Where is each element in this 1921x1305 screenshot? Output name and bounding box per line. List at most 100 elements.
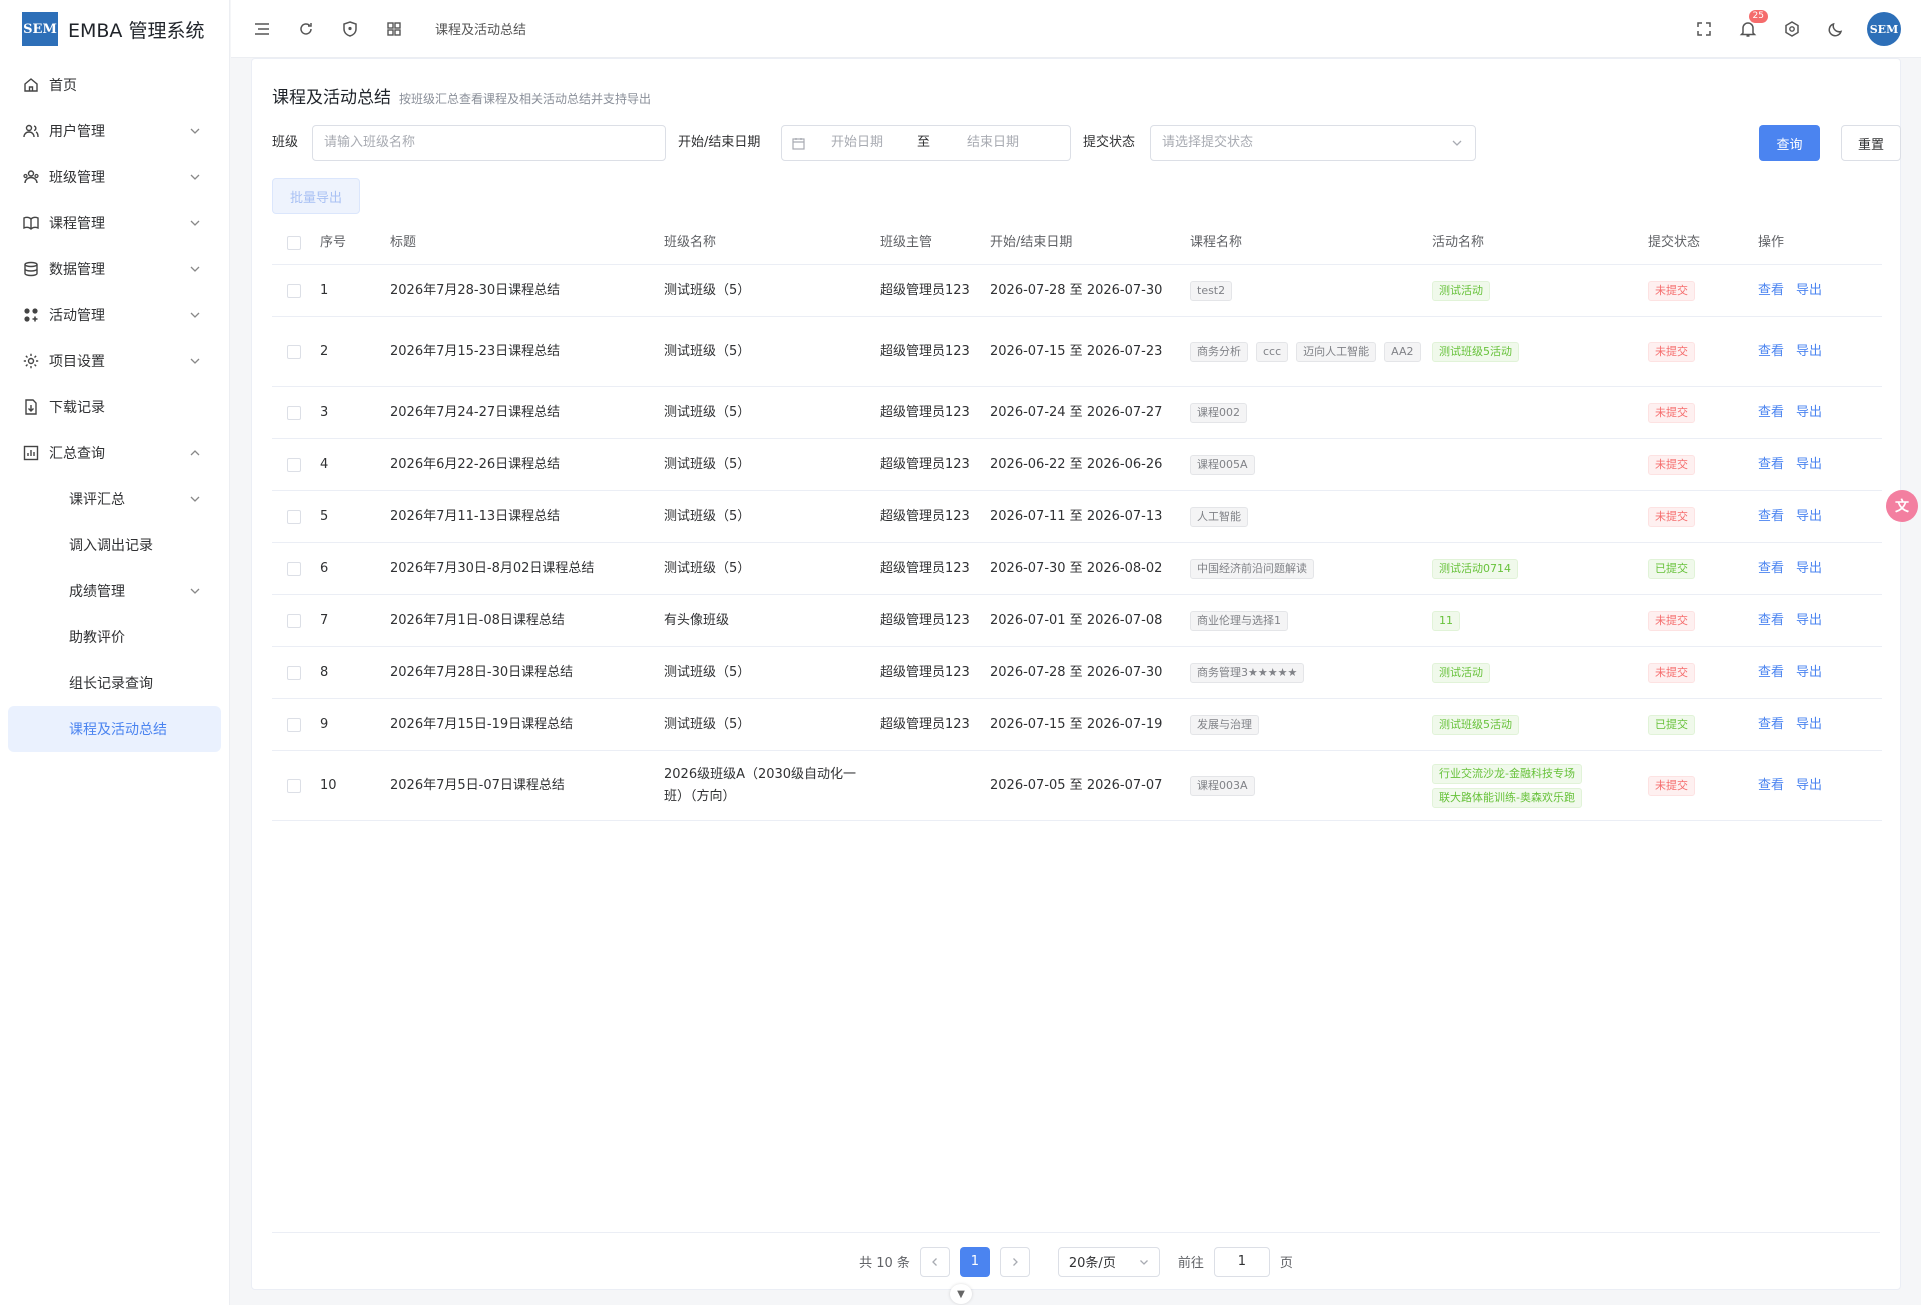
view-link[interactable]: 查看	[1758, 506, 1784, 528]
row-checkbox[interactable]	[287, 405, 301, 420]
sidebar-item-0[interactable]: 首页	[0, 62, 229, 108]
sidebar-item-label: 班级管理	[49, 170, 105, 186]
table-body: 1 2026年7月28-30日课程总结 测试班级（5） 超级管理员123 2026-07…	[272, 265, 1882, 821]
export-link[interactable]: 导出	[1796, 775, 1822, 797]
refresh-icon[interactable]	[295, 18, 317, 40]
sidebar-item-3[interactable]: 课程管理	[0, 200, 229, 246]
search-button[interactable]: 查询	[1759, 125, 1820, 161]
row-manager: 超级管理员123	[880, 456, 970, 472]
row-title: 2026年7月28日-30日课程总结	[390, 664, 574, 680]
view-link[interactable]: 查看	[1758, 454, 1784, 476]
sidebar-item-4[interactable]: 数据管理	[0, 246, 229, 292]
row-checkbox[interactable]	[287, 457, 301, 472]
date-range-picker[interactable]: 开始日期 至 结束日期	[781, 125, 1071, 161]
row-checkbox[interactable]	[287, 283, 301, 298]
sidebar-item-7[interactable]: 下载记录	[0, 384, 229, 430]
sidebar-subitem-1[interactable]: 调入调出记录	[0, 522, 229, 568]
export-link[interactable]: 导出	[1796, 662, 1822, 684]
sidebar-subitem-4[interactable]: 组长记录查询	[0, 660, 229, 706]
row-manager: 超级管理员123	[880, 560, 970, 576]
row-number: 4	[320, 456, 329, 472]
export-link[interactable]: 导出	[1796, 280, 1822, 302]
avatar[interactable]: SEM	[1867, 12, 1901, 46]
column-header: 课程名称	[1190, 234, 1243, 250]
shield-icon[interactable]	[339, 18, 361, 40]
row-actions: 查看 导出	[1754, 775, 1864, 797]
export-link[interactable]: 导出	[1796, 454, 1822, 476]
start-date-input[interactable]: 开始日期	[831, 126, 917, 160]
content-card: 课程及活动总结 按班级汇总查看课程及相关活动总结并支持导出 班级 请输入班级名称…	[251, 58, 1901, 1290]
view-link[interactable]: 查看	[1758, 341, 1784, 363]
translate-float-icon[interactable]: 文	[1886, 490, 1918, 522]
row-checkbox-cell	[272, 344, 316, 359]
fullscreen-icon[interactable]	[1693, 18, 1715, 40]
course-tag: test2	[1190, 280, 1233, 301]
sidebar-subitem-2[interactable]: 成绩管理	[0, 568, 229, 614]
sidebar-subitem-3[interactable]: 助教评价	[0, 614, 229, 660]
next-page-button[interactable]	[999, 1246, 1030, 1277]
sidebar-subitem-5[interactable]: 课程及活动总结	[8, 706, 221, 752]
column-header: 提交状态	[1648, 234, 1701, 250]
sidebar-item-label: 课程管理	[49, 216, 105, 232]
row-actions: 查看 导出	[1754, 558, 1864, 580]
select-all-checkbox[interactable]	[287, 235, 301, 250]
sidebar-item-label: 首页	[49, 78, 77, 94]
export-link[interactable]: 导出	[1796, 341, 1822, 363]
row-checkbox[interactable]	[287, 613, 301, 628]
row-checkbox[interactable]	[287, 717, 301, 732]
sidebar-subitem-0[interactable]: 课评汇总	[0, 476, 229, 522]
sidebar-item-5[interactable]: 活动管理	[0, 292, 229, 338]
row-checkbox[interactable]	[287, 561, 301, 576]
course-tag: 商务管理3★★★★★	[1190, 662, 1305, 683]
row-checkbox[interactable]	[287, 778, 301, 793]
view-link[interactable]: 查看	[1758, 775, 1784, 797]
row-checkbox[interactable]	[287, 665, 301, 680]
bell-icon[interactable]: 25	[1737, 10, 1768, 40]
chevron-down-icon	[189, 309, 201, 321]
row-status: 未提交	[1644, 280, 1754, 302]
row-checkbox[interactable]	[287, 509, 301, 524]
sidebar-item-2[interactable]: 班级管理	[0, 154, 229, 200]
row-actions: 查看 导出	[1754, 662, 1864, 684]
export-link[interactable]: 导出	[1796, 558, 1822, 580]
reset-button[interactable]: 重置	[1841, 125, 1901, 161]
status-badge: 未提交	[1648, 506, 1695, 527]
export-link[interactable]: 导出	[1796, 714, 1822, 736]
view-link[interactable]: 查看	[1758, 280, 1784, 302]
row-courses: 商务分析 ccc 迈向人工智能 AA2	[1186, 341, 1428, 362]
page-title: 课程及活动总结	[272, 88, 391, 108]
row-title: 2026年7月5日-07日课程总结	[390, 777, 565, 793]
view-link[interactable]: 查看	[1758, 662, 1784, 684]
sidebar-item-8[interactable]: 汇总查询	[0, 430, 229, 476]
prev-page-button[interactable]	[919, 1246, 950, 1277]
view-link[interactable]: 查看	[1758, 610, 1784, 632]
collapse-chevron-icon[interactable]: ▼	[950, 1284, 972, 1304]
view-link[interactable]: 查看	[1758, 714, 1784, 736]
batch-export-button[interactable]: 批量导出	[272, 178, 360, 214]
goto-page-input[interactable]: 1	[1213, 1246, 1270, 1277]
row-title: 2026年7月15日-19日课程总结	[390, 716, 574, 732]
chevron-down-icon	[189, 263, 201, 275]
menu-fold-icon[interactable]	[251, 18, 273, 40]
export-link[interactable]: 导出	[1796, 402, 1822, 424]
export-link[interactable]: 导出	[1796, 506, 1822, 528]
table-row: 10 2026年7月5日-07日课程总结 2026级班级A（2030级自动化一班）（…	[272, 751, 1882, 821]
export-link[interactable]: 导出	[1796, 610, 1822, 632]
settings-hex-icon[interactable]	[1781, 18, 1803, 40]
page-number-button[interactable]: 1	[959, 1246, 990, 1277]
breadcrumb[interactable]: 课程及活动总结	[435, 19, 526, 38]
grid-icon[interactable]	[383, 18, 405, 40]
sidebar-item-1[interactable]: 用户管理	[0, 108, 229, 154]
status-select[interactable]: 请选择提交状态	[1150, 125, 1476, 161]
moon-icon[interactable]	[1825, 18, 1847, 40]
end-date-input[interactable]: 结束日期	[967, 126, 1019, 160]
page-size-select[interactable]: 20条/页	[1057, 1246, 1160, 1277]
book-icon	[22, 214, 40, 232]
view-link[interactable]: 查看	[1758, 402, 1784, 424]
topbar: 课程及活动总结 25 SEM	[231, 0, 1921, 58]
row-checkbox[interactable]	[287, 344, 301, 359]
view-link[interactable]: 查看	[1758, 558, 1784, 580]
class-search-input[interactable]: 请输入班级名称	[312, 125, 666, 161]
row-activities: 行业交流沙龙-金融科技专场 联大路体能训练-奥森欢乐跑	[1428, 763, 1644, 808]
sidebar-item-6[interactable]: 项目设置	[0, 338, 229, 384]
